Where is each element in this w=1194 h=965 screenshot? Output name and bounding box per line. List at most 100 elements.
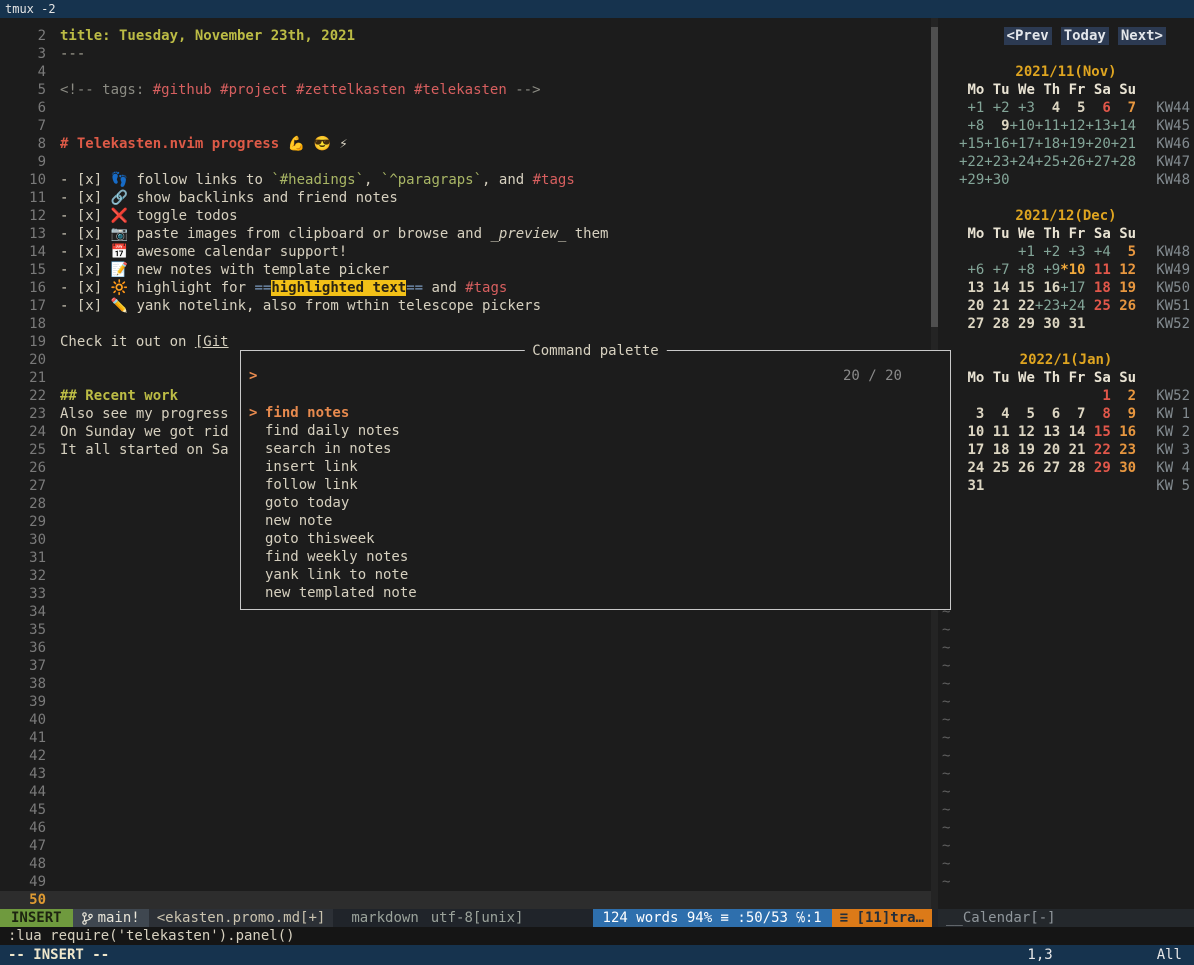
palette-item[interactable]: new note — [241, 512, 950, 530]
calendar-day-cell[interactable]: 4 — [984, 405, 1009, 423]
calendar-day-cell[interactable]: 13 — [1035, 423, 1060, 441]
calendar-day-cell[interactable]: +23 — [1035, 297, 1060, 315]
calendar-day-cell[interactable]: 5 — [1060, 99, 1085, 117]
editor-line[interactable]: 37 — [0, 657, 931, 675]
calendar-day-cell[interactable]: 1 — [1085, 387, 1110, 405]
calendar-day-cell[interactable]: +3 — [1010, 99, 1035, 117]
calendar-day-cell[interactable]: 9 — [984, 117, 1009, 135]
palette-prompt-input[interactable]: > 20 / 20 — [241, 367, 950, 385]
editor-line[interactable]: 12- [x] ❌ toggle todos — [0, 207, 931, 225]
calendar-day-cell[interactable]: 14 — [1060, 423, 1085, 441]
editor-line[interactable]: 4 — [0, 63, 931, 81]
calendar-day-cell[interactable]: +27 — [1085, 153, 1110, 171]
calendar-day-cell[interactable]: 31 — [959, 477, 984, 495]
editor-line[interactable]: 14- [x] 📅 awesome calendar support! — [0, 243, 931, 261]
calendar-day-cell[interactable]: 12 — [1111, 261, 1136, 279]
editor-line[interactable]: 16- [x] 🔆 highlight for ==highlighted te… — [0, 279, 931, 297]
editor-line[interactable]: 7 — [0, 117, 931, 135]
calendar-day-cell[interactable]: 14 — [984, 279, 1009, 297]
palette-item[interactable]: goto today — [241, 494, 950, 512]
calendar-day-cell[interactable]: 13 — [959, 279, 984, 297]
calendar-day-cell[interactable]: +19 — [1060, 135, 1085, 153]
calendar-day-cell[interactable]: 6 — [1035, 405, 1060, 423]
calendar-day-cell[interactable]: +1 — [959, 99, 984, 117]
calendar-day-cell[interactable]: 28 — [984, 315, 1009, 333]
calendar-day-cell[interactable]: 18 — [1085, 279, 1110, 297]
editor-line[interactable]: 46 — [0, 819, 931, 837]
editor-line[interactable]: 15- [x] 📝 new notes with template picker — [0, 261, 931, 279]
calendar-day-cell[interactable]: +15 — [959, 135, 984, 153]
editor-line[interactable]: 49 — [0, 873, 931, 891]
calendar-day-cell[interactable]: 30 — [1035, 315, 1060, 333]
calendar-day-cell[interactable]: +17 — [1060, 279, 1085, 297]
calendar-day-cell[interactable]: +23 — [984, 153, 1009, 171]
editor-line[interactable]: 2title: Tuesday, November 23th, 2021 — [0, 27, 931, 45]
editor-line[interactable]: 50 — [0, 891, 931, 909]
editor-line[interactable]: 45 — [0, 801, 931, 819]
editor-line[interactable]: 44 — [0, 783, 931, 801]
calendar-day-cell[interactable]: +2 — [1035, 243, 1060, 261]
calendar-day-cell[interactable]: +26 — [1060, 153, 1085, 171]
calendar-day-cell[interactable]: 29 — [1085, 459, 1110, 477]
editor-line[interactable]: 8# Telekasten.nvim progress 💪 😎 ⚡ — [0, 135, 931, 153]
calendar-day-cell[interactable]: 21 — [1060, 441, 1085, 459]
calendar-day-cell[interactable]: 29 — [1010, 315, 1035, 333]
calendar-day-cell[interactable]: 3 — [959, 405, 984, 423]
calendar-day-cell[interactable]: +8 — [959, 117, 984, 135]
calendar-day-cell[interactable]: 4 — [1035, 99, 1060, 117]
calendar-day-cell[interactable]: +16 — [984, 135, 1009, 153]
calendar-day-cell[interactable]: +30 — [984, 171, 1009, 189]
calendar-day-cell[interactable]: 26 — [1111, 297, 1136, 315]
calendar-day-cell[interactable]: 21 — [984, 297, 1009, 315]
palette-item[interactable]: new templated note — [241, 584, 950, 602]
editor-line[interactable]: 40 — [0, 711, 931, 729]
editor-line[interactable]: 43 — [0, 765, 931, 783]
editor-line[interactable]: 42 — [0, 747, 931, 765]
palette-item[interactable]: insert link — [241, 458, 950, 476]
calendar-prev-button[interactable]: <Prev — [1004, 27, 1052, 45]
calendar-day-cell[interactable]: +28 — [1111, 153, 1136, 171]
calendar-day-cell[interactable]: +10 — [1010, 117, 1035, 135]
palette-item[interactable]: goto thisweek — [241, 530, 950, 548]
command-line[interactable]: :lua require('telekasten').panel() — [0, 927, 1194, 945]
calendar-day-cell[interactable]: 18 — [984, 441, 1009, 459]
calendar-day-cell[interactable]: 23 — [1111, 441, 1136, 459]
editor-line[interactable]: 13- [x] 📷 paste images from clipboard or… — [0, 225, 931, 243]
editor-line[interactable]: 3--- — [0, 45, 931, 63]
calendar-day-cell[interactable]: 11 — [1085, 261, 1110, 279]
editor-line[interactable]: 9 — [0, 153, 931, 171]
calendar-day-cell[interactable]: +12 — [1060, 117, 1085, 135]
calendar-day-cell[interactable]: 20 — [1035, 441, 1060, 459]
calendar-day-cell[interactable]: 27 — [1035, 459, 1060, 477]
scrollbar-thumb[interactable] — [931, 27, 938, 327]
calendar-day-cell[interactable]: +24 — [1010, 153, 1035, 171]
calendar-day-cell[interactable]: 25 — [984, 459, 1009, 477]
calendar-day-cell[interactable]: *10 — [1060, 261, 1085, 279]
calendar-next-button[interactable]: Next> — [1118, 27, 1166, 45]
editor-line[interactable]: 5<!-- tags: #github #project #zettelkast… — [0, 81, 931, 99]
calendar-day-cell[interactable]: 7 — [1060, 405, 1085, 423]
calendar-day-cell[interactable]: 16 — [1035, 279, 1060, 297]
calendar-day-cell[interactable]: 22 — [1085, 441, 1110, 459]
calendar-day-cell[interactable]: 10 — [959, 423, 984, 441]
calendar-day-cell[interactable]: +4 — [1085, 243, 1110, 261]
calendar-today-button[interactable]: Today — [1061, 27, 1109, 45]
editor-line[interactable]: 35 — [0, 621, 931, 639]
calendar-day-cell[interactable]: 2 — [1111, 387, 1136, 405]
editor-line[interactable]: 11- [x] 🔗 show backlinks and friend note… — [0, 189, 931, 207]
palette-item[interactable]: find weekly notes — [241, 548, 950, 566]
calendar-day-cell[interactable]: +18 — [1035, 135, 1060, 153]
editor-line[interactable]: 48 — [0, 855, 931, 873]
editor-line[interactable]: 6 — [0, 99, 931, 117]
calendar-day-cell[interactable]: 19 — [1111, 279, 1136, 297]
calendar-window[interactable]: <Prev Today Next> 2021/11(Nov)MoTuWeThFr… — [938, 18, 1194, 909]
calendar-day-cell[interactable]: +22 — [959, 153, 984, 171]
calendar-day-cell[interactable]: +3 — [1060, 243, 1085, 261]
calendar-day-cell[interactable]: 24 — [959, 459, 984, 477]
calendar-day-cell[interactable]: 15 — [1085, 423, 1110, 441]
editor-line[interactable]: 47 — [0, 837, 931, 855]
palette-item[interactable]: yank link to note — [241, 566, 950, 584]
calendar-day-cell[interactable]: 8 — [1085, 405, 1110, 423]
calendar-day-cell[interactable]: +1 — [1010, 243, 1035, 261]
calendar-day-cell[interactable]: 17 — [959, 441, 984, 459]
